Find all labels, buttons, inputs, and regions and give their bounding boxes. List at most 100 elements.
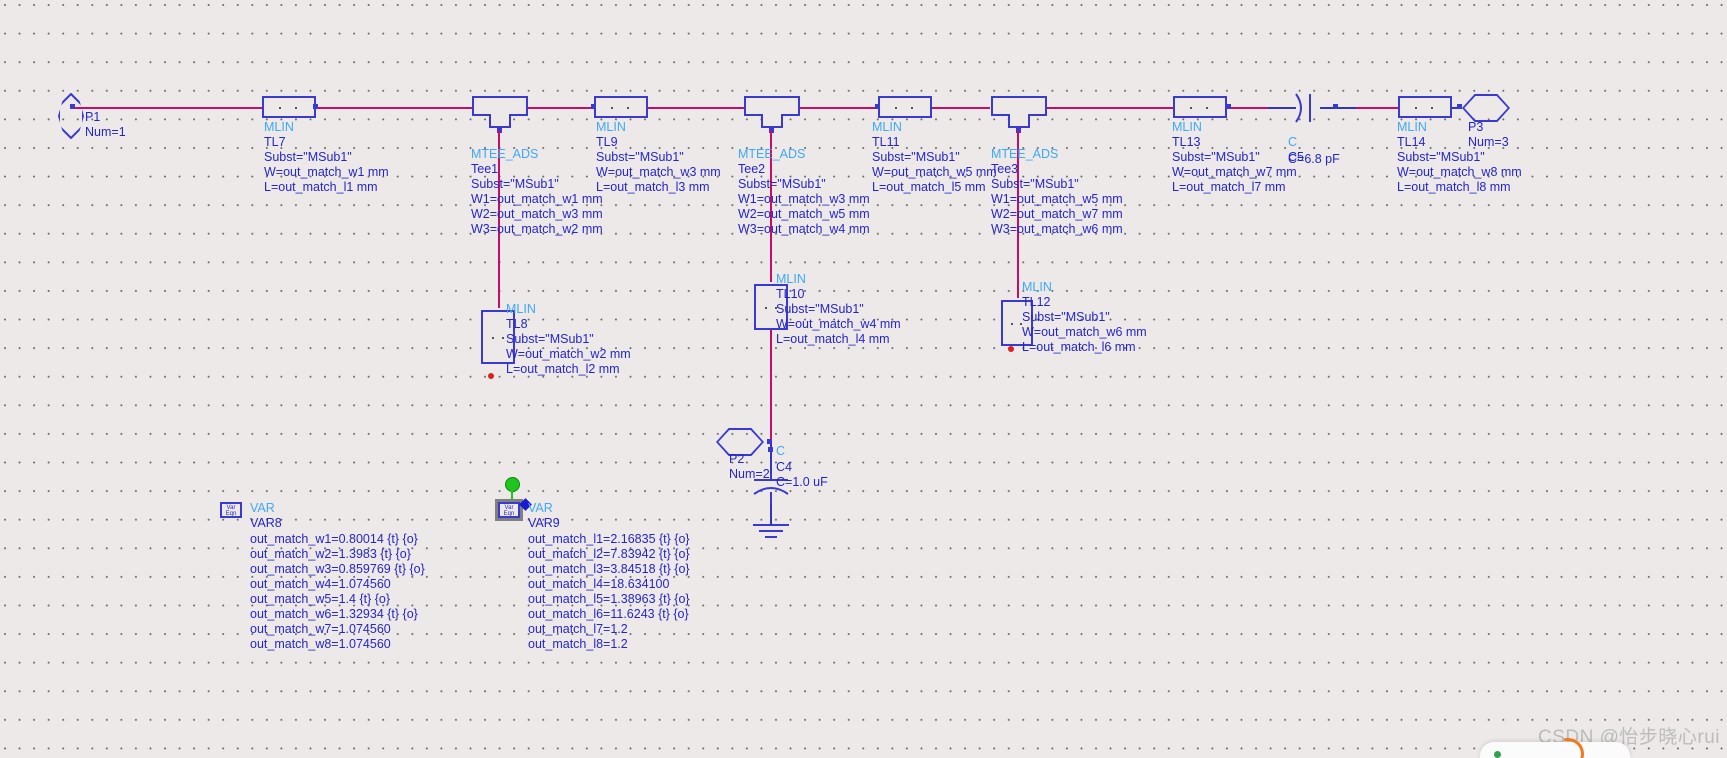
- component-tee1-type: MTEE_ADS: [471, 147, 539, 161]
- component-tee2-shape[interactable]: [744, 96, 800, 130]
- component-tl9-type: MLIN: [596, 120, 626, 134]
- component-tl14-type: MLIN: [1397, 120, 1427, 134]
- component-tee2-id: Tee2: [738, 162, 766, 176]
- component-tl8-type: MLIN: [506, 302, 536, 316]
- component-c5-param-0: C=6.8 pF: [1288, 152, 1340, 166]
- wire-c5-to-tl14: [1356, 107, 1400, 109]
- corner-status-dot: [1494, 751, 1501, 758]
- component-tl12-param-2: L=out_match_l6 mm: [1022, 340, 1136, 354]
- node-c5-right: [1333, 104, 1338, 109]
- component-tl8-param-2: L=out_match_l2 mm: [506, 362, 620, 376]
- component-tl7-param-0: Subst="MSub1": [264, 150, 352, 164]
- component-tl9-param-1: W=out_match_w3 mm: [596, 165, 721, 179]
- var8-equation-4: out_match_w5=1.4 {t} {o}: [250, 592, 391, 606]
- component-tee3-param-3: W3=out_match_w6 mm: [991, 222, 1123, 236]
- node-tl12-bottom: [1008, 346, 1014, 352]
- wire-tee3-to-tl13: [1043, 107, 1173, 109]
- var8-equation-2: out_match_w3=0.859769 {t} {o}: [250, 562, 425, 576]
- component-tl13-param-2: L=out_match_l7 mm: [1172, 180, 1286, 194]
- component-tee2-param-1: W1=out_match_w3 mm: [738, 192, 870, 206]
- var8-equation-6: out_match_w7=1.074560: [250, 622, 391, 636]
- var8-eqn-icon[interactable]: Var Eqn: [220, 502, 242, 518]
- component-tl13-id: TL13: [1172, 135, 1201, 149]
- wire-c5-right-lead: [1320, 107, 1358, 109]
- node-tl13-right: [1226, 104, 1231, 109]
- port-p1-name: P1: [85, 110, 101, 124]
- component-tl8-param-1: W=out_match_w2 mm: [506, 347, 631, 361]
- port-p2-name: P2: [729, 452, 745, 466]
- component-tl7-id: TL7: [264, 135, 286, 149]
- schematic-canvas[interactable]: P1 Num=1 MLIN TL7 Subst="MSub1" W=out_ma…: [0, 0, 1727, 758]
- component-tl10-param-2: L=out_match_l4 mm: [776, 332, 890, 346]
- var8-equation-3: out_match_w4=1.074560: [250, 577, 391, 591]
- node-tl11-left: [875, 104, 880, 109]
- wire-tee2-to-tl11: [800, 107, 878, 109]
- component-tl7-type: MLIN: [264, 120, 294, 134]
- component-tl13-type: MLIN: [1172, 120, 1202, 134]
- component-tee3-id: Tee3: [991, 162, 1019, 176]
- component-tl14-param-2: L=out_match_l8 mm: [1397, 180, 1511, 194]
- component-tl9-id: TL9: [596, 135, 618, 149]
- wire-p1-to-tl7: [72, 107, 262, 109]
- wire-c4-to-ground: [770, 504, 772, 524]
- wire-tl10-to-p2: [770, 330, 772, 442]
- component-tl9-symbol[interactable]: [594, 96, 648, 118]
- component-tl11-param-2: L=out_match_l5 mm: [872, 180, 986, 194]
- component-c5-symbol[interactable]: [1290, 92, 1324, 124]
- var9-equation-3: out_match_l4=18.634100: [528, 577, 670, 591]
- component-tee3-param-2: W2=out_match_w7 mm: [991, 207, 1123, 221]
- var9-equation-2: out_match_l3=3.84518 {t} {o}: [528, 562, 690, 576]
- var8-equation-1: out_match_w2=1.3983 {t} {o}: [250, 547, 411, 561]
- var9-green-stem: [511, 489, 513, 502]
- component-tl11-id: TL11: [872, 135, 900, 149]
- component-tee1-param-2: W2=out_match_w3 mm: [471, 207, 603, 221]
- wire-tl9-to-tee2: [648, 107, 748, 109]
- component-tee2-type: MTEE_ADS: [738, 147, 806, 161]
- component-c5-type: C: [1288, 135, 1298, 149]
- component-c4-type: C: [776, 444, 786, 458]
- wire-tl7-to-tee1: [316, 107, 474, 109]
- var9-icon-bottom-text: Eqn: [503, 511, 515, 517]
- component-tee3-type: MTEE_ADS: [991, 147, 1059, 161]
- component-tl13-symbol[interactable]: [1173, 96, 1227, 118]
- component-tee1-param-0: Subst="MSub1": [471, 177, 559, 191]
- port-p1-num: Num=1: [85, 125, 126, 139]
- component-tl11-param-1: W=out_match_w5 mm: [872, 165, 997, 179]
- component-tl10-type: MLIN: [776, 272, 806, 286]
- node-tl7-right: [313, 104, 318, 109]
- component-tl14-param-0: Subst="MSub1": [1397, 150, 1485, 164]
- component-tl9-param-0: Subst="MSub1": [596, 150, 684, 164]
- component-tl7-param-2: L=out_match_l1 mm: [264, 180, 378, 194]
- component-tl14-param-1: W=out_match_w8 mm: [1397, 165, 1522, 179]
- node-tl8-bottom: [488, 373, 494, 379]
- component-tl12-param-1: W=out_match_w6 mm: [1022, 325, 1147, 339]
- component-tl8-id: TL8: [506, 317, 528, 331]
- var8-equation-0: out_match_w1=0.80014 {t} {o}: [250, 532, 418, 546]
- component-tl11-symbol[interactable]: [878, 96, 932, 118]
- component-tee1-param-1: W1=out_match_w1 mm: [471, 192, 603, 206]
- component-tl11-param-0: Subst="MSub1": [872, 150, 960, 164]
- component-tl8-param-0: Subst="MSub1": [506, 332, 594, 346]
- ground-symbol: [748, 522, 794, 547]
- component-tl9-param-2: L=out_match_l3 mm: [596, 180, 710, 194]
- port-p1-symbol[interactable]: [58, 93, 84, 139]
- port-p3-symbol[interactable]: [1462, 94, 1510, 122]
- component-tee3-symbol[interactable]: [991, 96, 1047, 130]
- component-tl12-type: MLIN: [1022, 280, 1052, 294]
- var9-eqn-icon[interactable]: Var Eqn: [495, 499, 523, 521]
- var8-type: VAR: [250, 501, 275, 515]
- component-tl13-param-0: Subst="MSub1": [1172, 150, 1260, 164]
- node-tl14-right: [1457, 104, 1462, 109]
- component-tee1-symbol[interactable]: [472, 96, 528, 130]
- var9-id: VAR9: [528, 516, 560, 530]
- component-tl13-param-1: W=out_match_w7 mm: [1172, 165, 1297, 179]
- component-tl12-id: TL12: [1022, 295, 1051, 309]
- port-p3-num: Num=3: [1468, 135, 1509, 149]
- component-tee1-id: Tee1: [471, 162, 499, 176]
- var8-equation-5: out_match_w6=1.32934 {t} {o}: [250, 607, 418, 621]
- wire-tl13-to-c5: [1228, 107, 1270, 109]
- component-tl11-type: MLIN: [872, 120, 902, 134]
- component-tl7-symbol[interactable]: [262, 96, 316, 118]
- component-tl10-param-0: Subst="MSub1": [776, 302, 864, 316]
- component-tl14-symbol[interactable]: [1398, 96, 1452, 118]
